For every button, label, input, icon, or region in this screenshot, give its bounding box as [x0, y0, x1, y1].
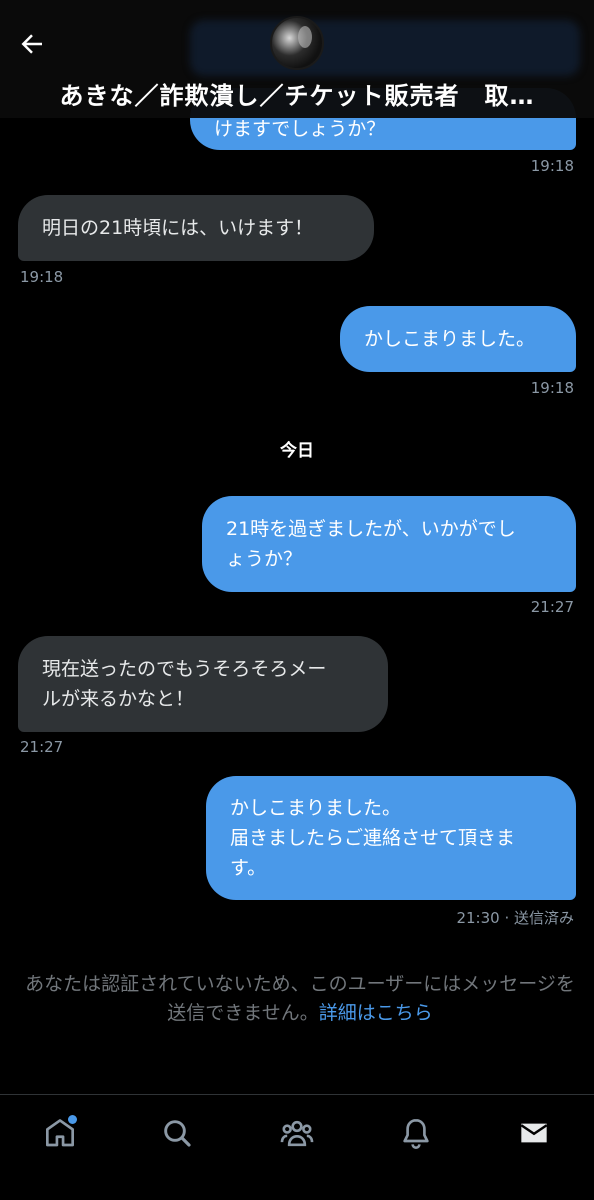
conversation-header: あきな／詐欺潰し／チケット販売者 取… [0, 0, 594, 118]
conversation-title[interactable]: あきな／詐欺潰し／チケット販売者 取… [0, 76, 594, 111]
bottom-tab-bar [0, 1094, 594, 1200]
search-icon [164, 1120, 191, 1147]
message-text: 現在送ったのでもうそろそろメー ルが来るかなと！ [42, 658, 327, 710]
learn-more-link[interactable]: 詳細はこちら [319, 1002, 433, 1024]
tab-home[interactable] [40, 1113, 80, 1153]
communities-icon [280, 1120, 314, 1147]
message-timestamp: 21:27 [530, 598, 574, 616]
message-bubble-received[interactable]: 明日の21時頃には、いけます！ [18, 195, 374, 261]
back-button[interactable] [14, 26, 50, 62]
message-text: 21時を過ぎましたが、いかがでし ょうか？ [226, 518, 516, 570]
day-separator: 今日 [280, 441, 314, 461]
envelope-icon [520, 1123, 548, 1143]
tab-communities[interactable] [277, 1113, 317, 1153]
message-bubble-sent[interactable]: 21時を過ぎましたが、いかがでし ょうか？ [202, 496, 576, 592]
message-text: けますでしょうか？ [214, 118, 386, 140]
notice-text: あなたは認証されていないため、このユーザーにはメッセージを送信できません。 [25, 973, 575, 1024]
message-timestamp: 19:18 [20, 268, 64, 286]
message-status-timestamp: 21:30 · 送信済み [456, 909, 574, 927]
tab-messages[interactable] [514, 1113, 554, 1153]
message-bubble-received[interactable]: 現在送ったのでもうそろそろメー ルが来るかなと！ [18, 636, 388, 732]
message-bubble-sent[interactable]: かしこまりました。 届きましたらご連絡させて頂きま す。 [206, 776, 576, 900]
message-timestamp: 19:18 [530, 379, 574, 397]
message-text: 明日の21時頃には、いけます！ [42, 217, 314, 239]
message-timestamp: 21:27 [20, 738, 64, 756]
tab-search[interactable] [157, 1113, 197, 1153]
bell-icon [403, 1119, 429, 1149]
blurred-background [190, 20, 580, 76]
message-bubble-sent[interactable]: かしこまりました。 [340, 306, 576, 372]
back-arrow-icon [21, 34, 42, 54]
tab-notifications[interactable] [396, 1113, 436, 1153]
message-timestamp: 19:18 [530, 157, 574, 175]
message-text: かしこまりました。 [364, 328, 536, 350]
notification-dot [68, 1115, 77, 1124]
avatar[interactable] [270, 16, 324, 70]
message-text: かしこまりました。 届きましたらご連絡させて頂きま す。 [230, 797, 516, 879]
unverified-notice: あなたは認証されていないため、このユーザーにはメッセージを送信できません。詳細は… [20, 970, 580, 1028]
